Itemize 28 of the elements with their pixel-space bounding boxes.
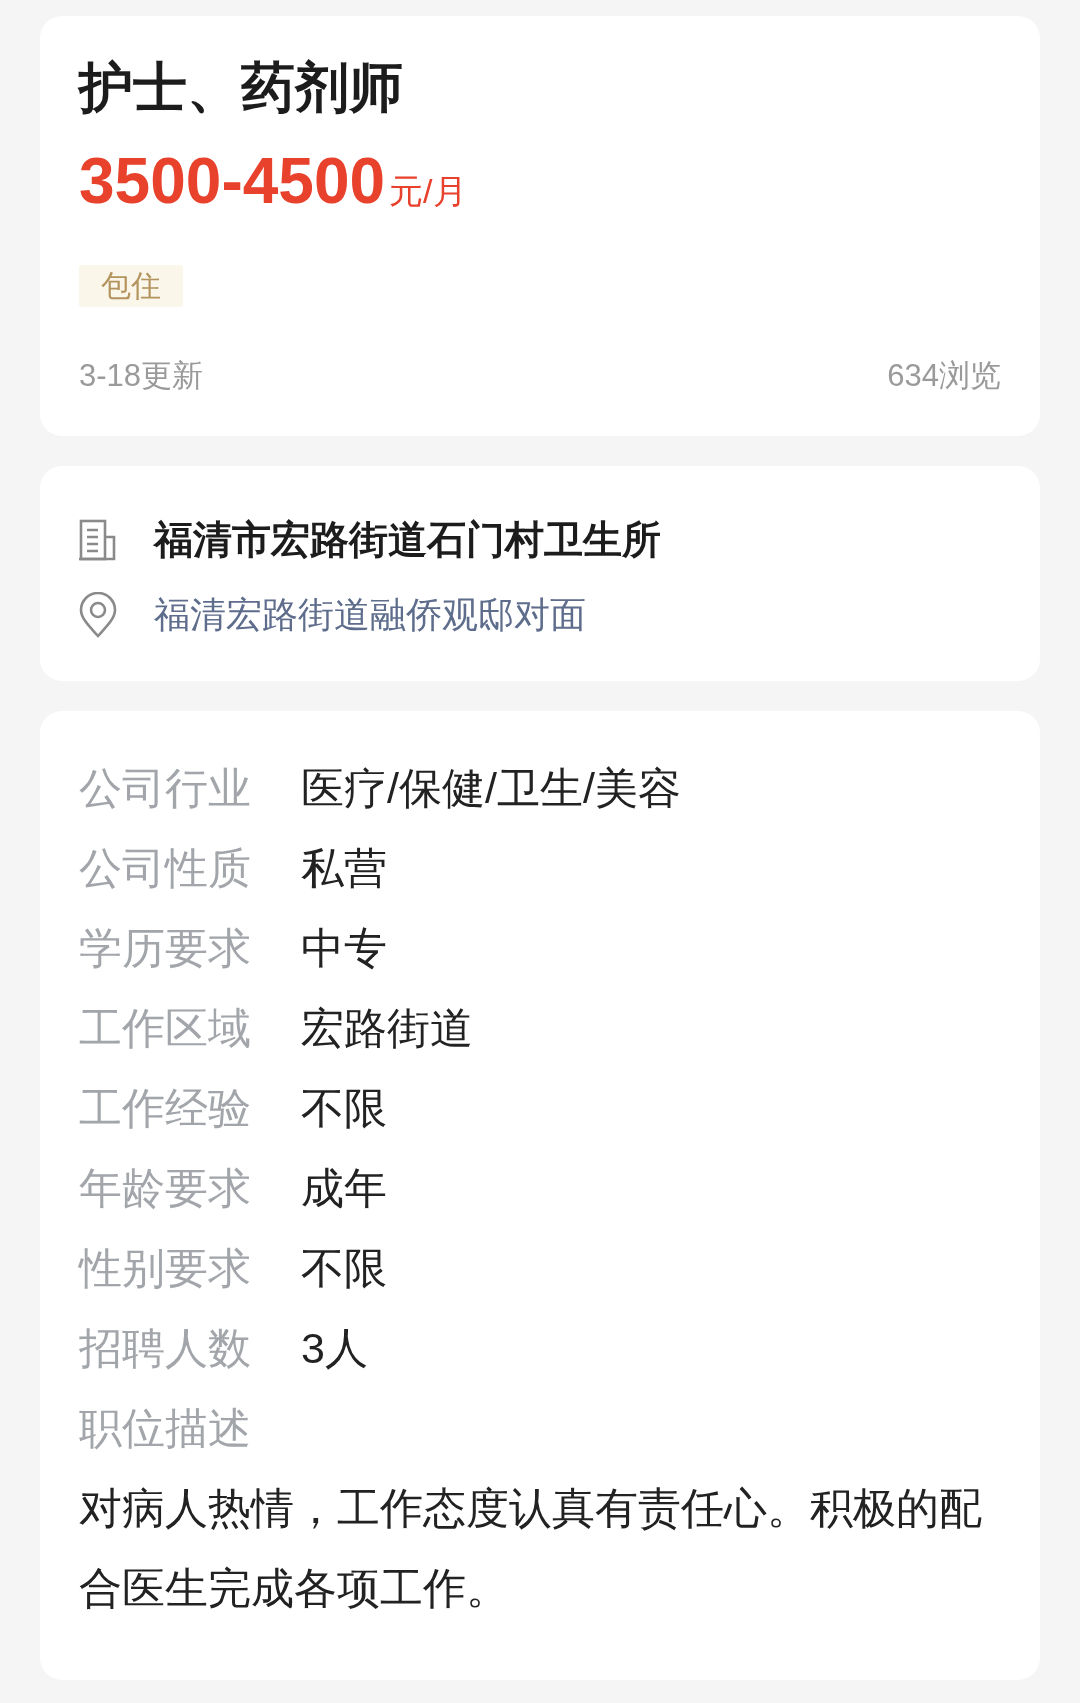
job-title: 护士、药剂师	[79, 56, 404, 119]
salary-range: 3500-4500	[79, 144, 386, 219]
detail-label: 公司性质	[79, 843, 252, 894]
update-date: 3-18更新	[79, 357, 204, 395]
detail-label: 工作区域	[79, 1003, 252, 1054]
detail-value: 私营	[301, 843, 388, 894]
salary-unit: 元/月	[389, 171, 467, 212]
detail-value: 中专	[301, 923, 388, 974]
company-name[interactable]: 福清市宏路街道石门村卫生所	[154, 512, 661, 568]
detail-value: 不限	[301, 1243, 388, 1294]
description-label: 职位描述	[79, 1403, 252, 1454]
detail-value: 不限	[301, 1083, 388, 1134]
detail-label: 年龄要求	[79, 1163, 252, 1214]
view-count: 634浏览	[887, 357, 1001, 395]
detail-value: 医疗/保健/卫生/美容	[301, 763, 682, 814]
job-description: 对病人热情，工作态度认真有责任心。积极的配合医生完成各项工作。	[79, 1483, 983, 1614]
detail-value: 宏路街道	[301, 1003, 474, 1054]
detail-label: 性别要求	[79, 1243, 252, 1294]
location-pin-icon	[79, 592, 117, 638]
detail-value: 成年	[301, 1163, 388, 1214]
building-icon	[79, 519, 117, 561]
detail-label: 学历要求	[79, 923, 252, 974]
benefit-tag: 包住	[79, 265, 183, 307]
company-address[interactable]: 福清宏路街道融侨观邸对面	[154, 587, 586, 643]
detail-label: 招聘人数	[79, 1323, 252, 1374]
detail-label: 公司行业	[79, 763, 252, 814]
detail-value: 3人	[301, 1323, 369, 1374]
detail-label: 工作经验	[79, 1083, 252, 1134]
